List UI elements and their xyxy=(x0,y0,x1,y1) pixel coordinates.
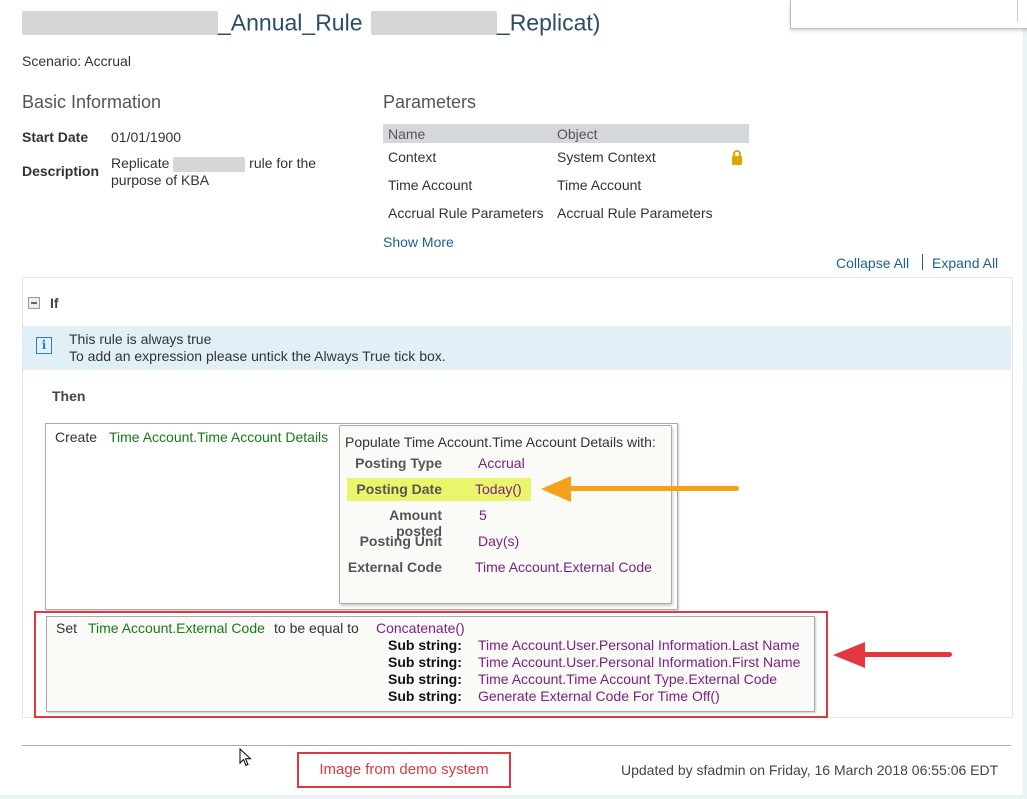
mouse-cursor-icon xyxy=(239,748,252,767)
title-part1: _Annual_Rule xyxy=(218,9,363,36)
field-value[interactable]: 5 xyxy=(479,507,487,523)
create-target[interactable]: Time Account.Time Account Details xyxy=(109,429,328,445)
field-value[interactable]: Accrual xyxy=(478,455,525,471)
rule-page: _Annual_Rule _Replicat) Scenario: Accrua… xyxy=(0,0,1027,795)
info-line1: This rule is always true xyxy=(69,331,212,347)
popup-scrollbar[interactable] xyxy=(1017,0,1018,22)
then-label: Then xyxy=(52,388,86,404)
field-value[interactable]: Time Account.External Code xyxy=(475,559,652,575)
set-operator: to be equal to xyxy=(274,620,359,636)
set-function[interactable]: Concatenate() xyxy=(376,620,465,636)
substring-value[interactable]: Time Account.User.Personal Information.F… xyxy=(478,654,800,670)
collapse-all-link[interactable]: Collapse All xyxy=(836,255,909,271)
demo-system-note: Image from demo system xyxy=(297,752,511,788)
field-label: External Code xyxy=(347,559,442,575)
info-text: This rule is always true To add an expre… xyxy=(69,331,446,365)
collapse-toggle-icon[interactable] xyxy=(28,297,40,309)
table-row: Context System Context xyxy=(383,143,749,171)
param-name: Accrual Rule Parameters xyxy=(388,205,544,221)
table-row: Time Account Time Account xyxy=(383,171,749,199)
description-part2: rule for the xyxy=(249,155,317,171)
set-label: Set xyxy=(56,620,78,636)
field-label: Posting Date xyxy=(356,481,442,497)
red-arrow-shaft xyxy=(860,652,952,657)
field-label: Posting Type xyxy=(355,455,442,471)
expand-all-link[interactable]: Expand All xyxy=(932,255,998,271)
show-more-link[interactable]: Show More xyxy=(383,234,454,250)
if-label: If xyxy=(50,295,59,311)
description-label: Description xyxy=(22,163,100,179)
field-value[interactable]: Today() xyxy=(475,481,522,497)
field-value[interactable]: Day(s) xyxy=(478,533,519,549)
param-object: System Context xyxy=(552,143,749,171)
basic-info-heading: Basic Information xyxy=(22,92,162,112)
param-object-text: System Context xyxy=(557,149,656,165)
title-part2: _Replicat) xyxy=(496,9,601,36)
info-icon: i xyxy=(36,337,52,354)
description-part1: Replicate xyxy=(111,155,170,171)
parameters-table: Name Object Context System Context Time … xyxy=(383,124,749,227)
substring-label: Sub string: xyxy=(388,671,462,687)
link-divider xyxy=(922,254,923,270)
param-object: Time Account xyxy=(557,177,642,193)
field-label: Posting Unit xyxy=(359,533,442,549)
orange-arrow-shaft xyxy=(555,486,739,491)
redacted-block xyxy=(22,10,218,35)
info-line2: To add an expression please untick the A… xyxy=(69,348,446,364)
substring-value[interactable]: Generate External Code For Time Off() xyxy=(478,688,720,704)
description-line2: purpose of KBA xyxy=(111,172,210,188)
scenario-label: Scenario: Accrual xyxy=(22,53,131,69)
lock-icon xyxy=(731,150,742,165)
start-date-label: Start Date xyxy=(22,129,89,145)
description-value: Replicate rule for the purpose of KBA xyxy=(111,155,341,189)
param-name: Context xyxy=(388,149,437,165)
popup-window xyxy=(790,0,1027,29)
redacted-block xyxy=(173,156,246,172)
column-header-name: Name xyxy=(383,124,552,143)
updated-by-text: Updated by sfadmin on Friday, 16 March 2… xyxy=(621,762,999,778)
substring-label: Sub string: xyxy=(388,654,462,670)
orange-arrow-icon xyxy=(541,476,571,502)
substring-value[interactable]: Time Account.User.Personal Information.L… xyxy=(478,637,800,653)
substring-label: Sub string: xyxy=(388,688,462,704)
start-date-value: 01/01/1900 xyxy=(111,129,182,145)
substring-label: Sub string: xyxy=(388,637,462,653)
rule-title: _Annual_Rule _Replicat) xyxy=(22,8,600,36)
red-arrow-icon xyxy=(833,642,865,668)
column-header-object: Object xyxy=(552,124,749,143)
param-name: Time Account xyxy=(388,177,473,193)
param-object: Accrual Rule Parameters xyxy=(557,205,713,221)
redacted-block xyxy=(370,10,497,35)
footer-divider xyxy=(22,745,1011,746)
table-row: Accrual Rule Parameters Accrual Rule Par… xyxy=(383,199,749,227)
parameters-heading: Parameters xyxy=(383,92,477,112)
substring-value[interactable]: Time Account.Time Account Type.External … xyxy=(478,671,777,687)
set-target[interactable]: Time Account.External Code xyxy=(88,620,265,636)
populate-heading: Populate Time Account.Time Account Detai… xyxy=(345,434,656,450)
create-label: Create xyxy=(55,429,98,445)
